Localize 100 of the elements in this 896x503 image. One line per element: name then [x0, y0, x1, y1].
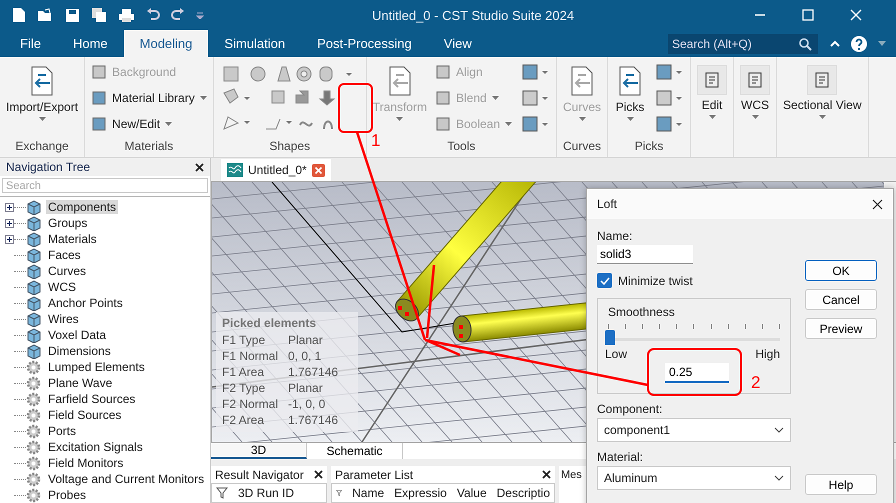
- menu-tab[interactable]: Post-Processing: [301, 30, 428, 57]
- slider-track[interactable]: [608, 330, 780, 345]
- tree-item[interactable]: Components: [46, 200, 118, 214]
- open-folder-icon[interactable]: [37, 8, 54, 22]
- ribbon-button[interactable]: Sectional View: [783, 61, 862, 157]
- expand-icon[interactable]: [4, 218, 14, 228]
- caret-icon[interactable]: [626, 117, 634, 121]
- tree-item[interactable]: Faces: [46, 248, 83, 262]
- ribbon-button[interactable]: New/Edit: [91, 115, 207, 133]
- menu-tab[interactable]: Home: [56, 30, 124, 57]
- tree-item[interactable]: Voxel Data: [46, 328, 108, 342]
- caret-icon[interactable]: [200, 96, 207, 100]
- dialog-button[interactable]: Cancel: [805, 289, 877, 310]
- search-field[interactable]: Search (Alt+Q): [668, 34, 818, 54]
- ribbon-button[interactable]: Import/Export: [6, 61, 78, 139]
- gear-icon: [26, 456, 41, 470]
- field-label: Material:: [597, 450, 644, 464]
- ribbon-button[interactable]: Edit: [697, 61, 728, 157]
- annotation-box: [338, 83, 373, 133]
- close-icon[interactable]: [872, 198, 883, 210]
- field-label: Name:: [597, 229, 634, 243]
- tree-item[interactable]: Excitation Signals: [46, 440, 145, 454]
- chevron-down-icon: [774, 427, 784, 433]
- menu-tab[interactable]: View: [428, 30, 488, 57]
- square-icon: [434, 116, 451, 132]
- tree-item[interactable]: Plane Wave: [46, 376, 114, 390]
- square-icon: [434, 90, 451, 106]
- value-field[interactable]: 0.25: [665, 363, 729, 383]
- search-field[interactable]: Search: [2, 178, 208, 193]
- dialog-title: Loft: [597, 197, 618, 211]
- tree-item[interactable]: Voltage and Current Monitors: [46, 472, 206, 486]
- tree-item[interactable]: Dimensions: [46, 344, 113, 358]
- help-button[interactable]: Help: [805, 474, 877, 495]
- window-title: Untitled_0 - CST Studio Suite 2024: [372, 8, 576, 22]
- slider-thumb[interactable]: [605, 330, 615, 345]
- tree-item[interactable]: Lumped Elements: [46, 360, 147, 374]
- cube-icon: [26, 232, 41, 246]
- tree-item[interactable]: WCS: [46, 280, 78, 294]
- customize-caret-icon[interactable]: [196, 11, 204, 19]
- undo-icon[interactable]: [146, 8, 160, 22]
- filter-icon[interactable]: [336, 487, 342, 499]
- panel-title: Parameter List: [335, 468, 414, 482]
- close-icon[interactable]: [542, 470, 551, 479]
- save-icon[interactable]: [65, 8, 80, 22]
- caret-icon[interactable]: [708, 115, 716, 119]
- gear-icon: [26, 440, 41, 454]
- tree-item[interactable]: Wires: [46, 312, 81, 326]
- help-icon[interactable]: [850, 34, 868, 52]
- caret-icon[interactable]: [752, 115, 759, 119]
- expand-icon[interactable]: [4, 202, 14, 212]
- document-tab[interactable]: Untitled_0*: [221, 159, 331, 181]
- tree-item[interactable]: Ports: [46, 424, 78, 438]
- collapse-ribbon-icon[interactable]: [830, 40, 840, 48]
- dialog-button[interactable]: Preview: [805, 318, 877, 339]
- column-header[interactable]: Value: [456, 486, 487, 500]
- menu-tab[interactable]: Simulation: [208, 30, 302, 57]
- tree-item[interactable]: Field Sources: [46, 408, 124, 422]
- filter-icon[interactable]: [216, 487, 228, 499]
- ribbon-button[interactable]: Picks: [614, 61, 646, 139]
- caret-icon[interactable]: [165, 122, 172, 126]
- menu-tab[interactable]: File: [4, 30, 57, 57]
- name-field[interactable]: solid3: [597, 245, 693, 264]
- editor-mode-tab[interactable]: 3D: [211, 443, 307, 459]
- caret-icon[interactable]: [38, 117, 46, 121]
- gear-icon: [26, 392, 41, 406]
- ribbon-button[interactable]: Material Library: [91, 89, 207, 107]
- tree-item[interactable]: Farfield Sources: [46, 392, 138, 406]
- tree-item[interactable]: Field Monitors: [46, 456, 126, 470]
- property-label: F2 Area: [222, 413, 266, 427]
- tree-item[interactable]: Groups: [46, 216, 90, 230]
- close-icon[interactable]: [314, 470, 323, 479]
- ribbon-button[interactable]: WCS: [740, 61, 770, 157]
- tree-item[interactable]: Materials: [46, 232, 99, 246]
- tool-icons-drawing[interactable]: [520, 63, 550, 133]
- gear-icon: [26, 472, 41, 486]
- caret-icon[interactable]: [878, 41, 886, 46]
- notepad-icon: [746, 71, 764, 89]
- new-file-icon[interactable]: [12, 7, 26, 23]
- ribbon-group-label: Curves: [563, 139, 602, 154]
- printer-icon[interactable]: [118, 8, 135, 22]
- column-header[interactable]: Expressio: [394, 486, 447, 500]
- column-header[interactable]: Descriptio: [496, 486, 550, 500]
- component-dropdown[interactable]: component1: [597, 418, 791, 442]
- tool-icons-drawing[interactable]: [654, 63, 684, 133]
- slider-label: High: [755, 347, 780, 361]
- gear-icon: [26, 408, 41, 422]
- material-dropdown[interactable]: Aluminum: [597, 466, 791, 490]
- maximize-icon[interactable]: [802, 9, 814, 21]
- tree-item[interactable]: Anchor Points: [46, 296, 125, 310]
- expand-icon[interactable]: [4, 234, 14, 244]
- menu-tab[interactable]: Modeling: [124, 30, 208, 57]
- caret-icon[interactable]: [818, 115, 826, 119]
- column-header[interactable]: Name: [352, 486, 384, 500]
- tree-item[interactable]: Probes: [46, 488, 88, 502]
- tree-item[interactable]: Curves: [46, 264, 88, 278]
- close-icon[interactable]: [195, 162, 204, 172]
- redo-icon[interactable]: [171, 8, 185, 22]
- save-all-icon[interactable]: [91, 7, 107, 23]
- checkbox[interactable]: [597, 273, 612, 288]
- dialog-button[interactable]: OK: [805, 260, 877, 281]
